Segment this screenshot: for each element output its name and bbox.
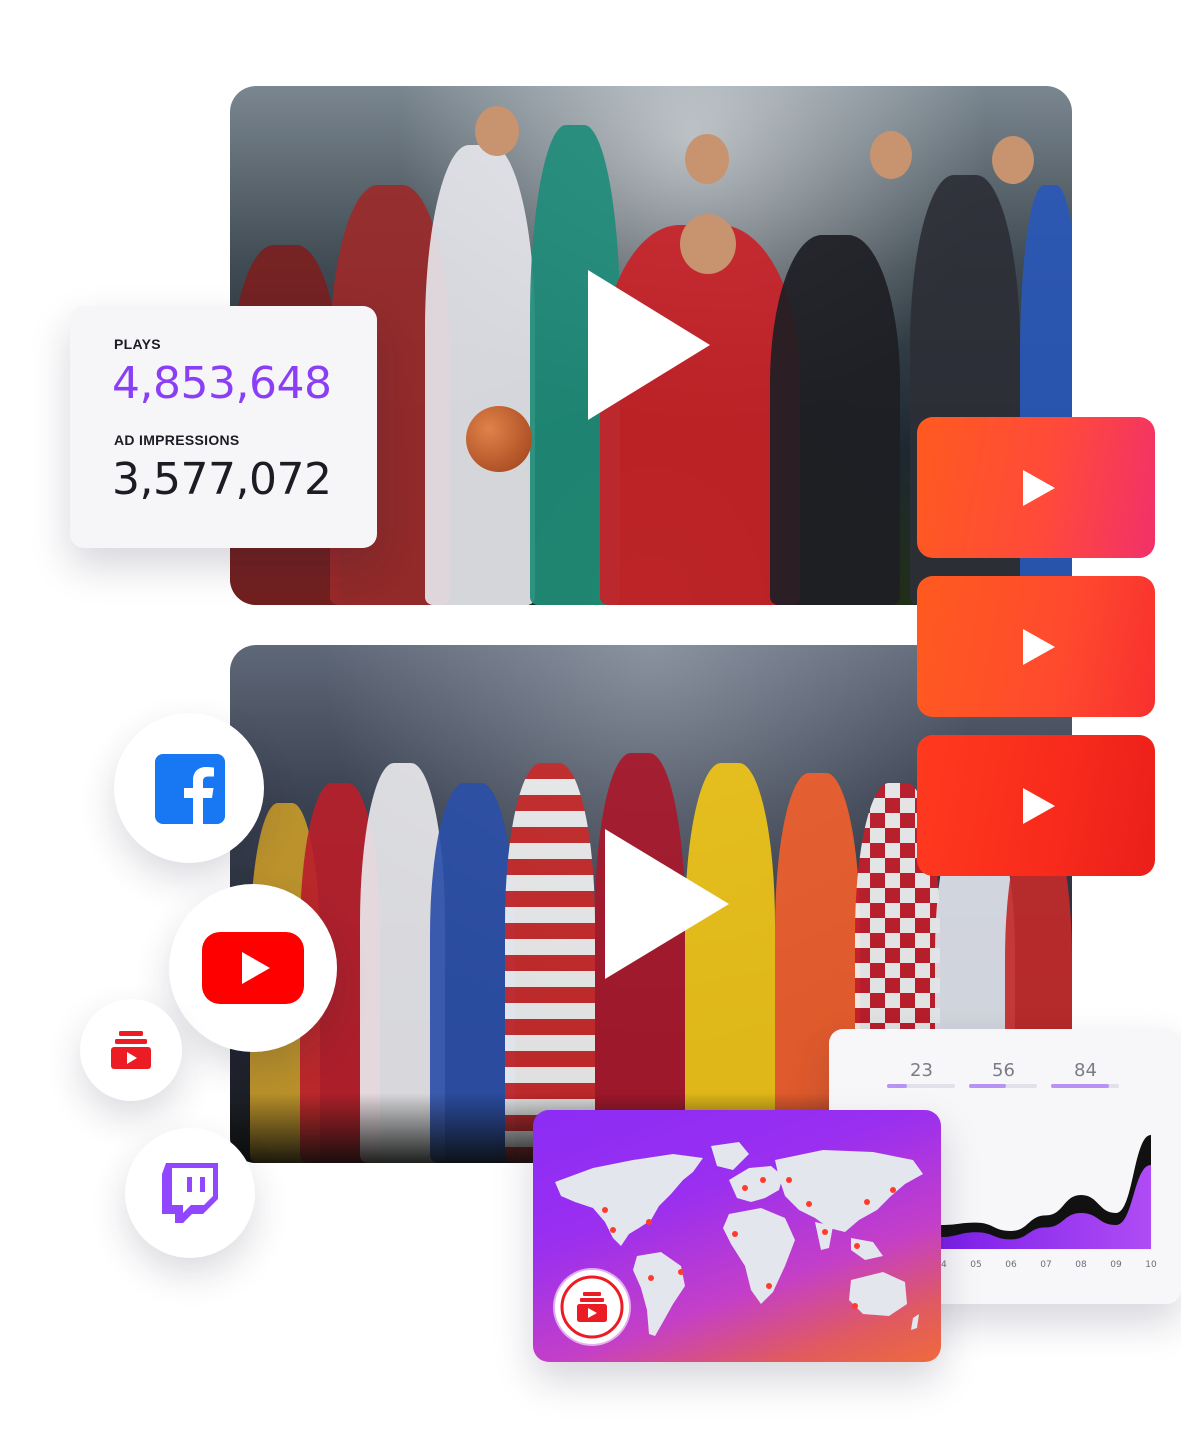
streaming-button[interactable] [80, 999, 182, 1101]
play-icon[interactable] [588, 270, 710, 420]
africa [723, 1208, 795, 1304]
twitch-icon [162, 1163, 218, 1223]
x-tick-label: 06 [1005, 1260, 1017, 1270]
athlete-head [685, 134, 729, 184]
southeast-asia [851, 1238, 883, 1260]
ad-impressions-value: 3,577,072 [112, 454, 332, 505]
chart-area-purple [941, 1165, 1151, 1249]
facebook-icon [155, 754, 225, 824]
basketball [466, 406, 532, 472]
play-tile[interactable] [917, 735, 1155, 876]
x-tick-label: 05 [970, 1260, 981, 1270]
australia [849, 1272, 907, 1316]
play-icon [1023, 470, 1055, 506]
athlete-head [870, 131, 912, 179]
play-icon[interactable] [605, 829, 729, 979]
south-america [633, 1252, 685, 1336]
athlete-head [992, 136, 1034, 184]
youtube-icon [202, 932, 304, 1004]
play-tile[interactable] [917, 576, 1155, 717]
x-tick-label: 09 [1110, 1260, 1122, 1270]
x-tick-label: 07 [1040, 1260, 1051, 1270]
ad-impressions-label: AD IMPRESSIONS [114, 432, 240, 448]
play-icon [1023, 788, 1055, 824]
streaming-stack-icon [560, 1275, 624, 1339]
greenland [711, 1142, 749, 1170]
world-map-card [533, 1110, 941, 1362]
new-zealand [911, 1314, 919, 1330]
facebook-button[interactable] [114, 713, 264, 863]
twitch-button[interactable] [125, 1128, 255, 1258]
play-icon [1023, 629, 1055, 665]
streaming-badge[interactable] [555, 1270, 629, 1344]
plays-label: PLAYS [114, 336, 161, 352]
athlete-figure [770, 235, 900, 605]
streaming-stack-icon [111, 1031, 151, 1069]
europe [729, 1166, 783, 1202]
asia [775, 1150, 923, 1232]
youtube-button[interactable] [169, 884, 337, 1052]
plays-value: 4,853,648 [112, 358, 332, 409]
south-asia [815, 1222, 833, 1250]
athlete-head [680, 214, 736, 274]
north-america [555, 1154, 703, 1246]
play-tile[interactable] [917, 417, 1155, 558]
x-tick-label: 10 [1145, 1260, 1157, 1270]
athlete-figure [425, 145, 535, 605]
x-tick-label: 08 [1075, 1260, 1087, 1270]
athlete-head [475, 106, 519, 156]
stats-card: PLAYS 4,853,648 AD IMPRESSIONS 3,577,072 [70, 306, 377, 548]
